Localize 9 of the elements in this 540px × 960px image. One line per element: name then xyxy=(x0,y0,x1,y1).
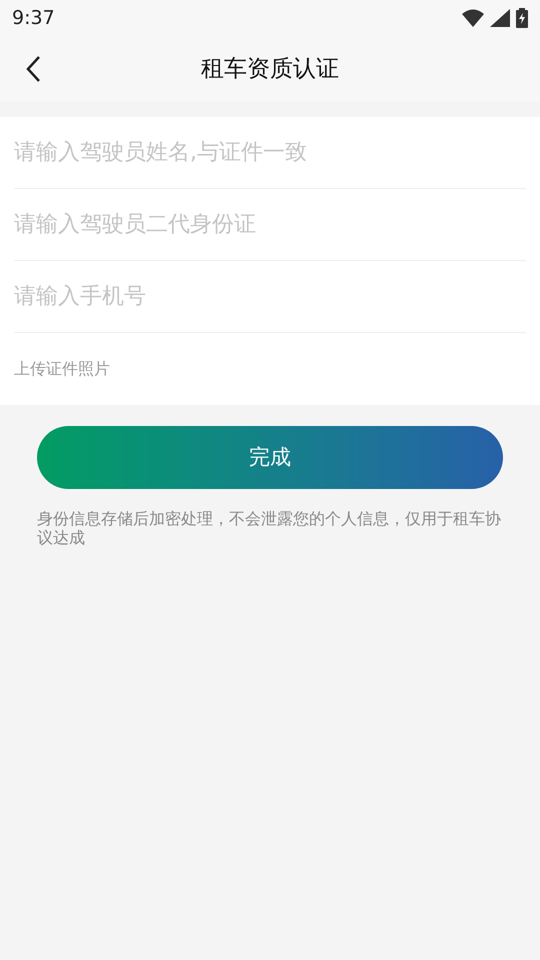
status-time: 9:37 xyxy=(12,6,55,31)
upload-label: 上传证件照片 xyxy=(14,358,110,380)
privacy-note: 身份信息存储后加密处理，不会泄露您的个人信息，仅用于租车协议达成 xyxy=(37,509,502,547)
battery-icon xyxy=(516,8,528,28)
submit-button[interactable]: 完成 xyxy=(37,426,503,489)
page-title: 租车资质认证 xyxy=(201,54,339,84)
back-icon xyxy=(25,55,41,83)
signal-icon xyxy=(490,9,510,27)
wifi-icon xyxy=(462,9,484,27)
